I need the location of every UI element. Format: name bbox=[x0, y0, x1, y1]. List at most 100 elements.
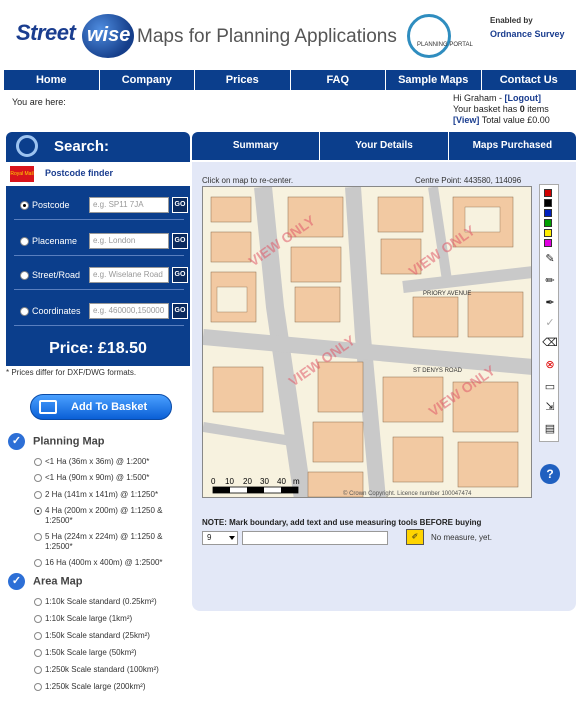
pencil-icon[interactable]: ✏ bbox=[542, 273, 558, 289]
planning-option[interactable]: 16 Ha (400m x 400m) @ 1:2500* bbox=[34, 558, 184, 568]
basket-total: Total value £0.00 bbox=[481, 115, 550, 125]
tab-maps-purchased[interactable]: Maps Purchased bbox=[449, 132, 576, 160]
planning-option-label: 4 Ha (200m x 200m) @ 1:1250 & 1:2500* bbox=[45, 506, 163, 525]
placename-radio[interactable] bbox=[20, 237, 29, 246]
font-size-value: 9 bbox=[207, 533, 212, 542]
placename-label: Placename bbox=[32, 236, 78, 246]
check-icon: ✓ bbox=[8, 573, 25, 590]
area-option-label: 1:250k Scale standard (100km²) bbox=[45, 665, 159, 674]
area-option-radio[interactable] bbox=[34, 649, 42, 657]
nav-faq[interactable]: FAQ bbox=[291, 70, 386, 90]
area-map-title-text: Area Map bbox=[33, 575, 83, 588]
coordinates-go-button[interactable]: GO bbox=[172, 303, 188, 319]
search-header: Search: bbox=[6, 132, 190, 162]
enabled-by-text: Enabled by bbox=[490, 16, 533, 25]
draw-star-icon[interactable]: ✎ bbox=[542, 251, 558, 267]
planning-option[interactable]: 5 Ha (224m x 224m) @ 1:1250 & 1:2500* bbox=[34, 532, 184, 552]
annotation-text-input[interactable] bbox=[242, 531, 388, 545]
color-swatch-magenta[interactable] bbox=[544, 239, 552, 247]
area-option[interactable]: 1:250k Scale standard (100km²) bbox=[34, 665, 184, 675]
street-input[interactable]: e.g. Wiselane Road bbox=[89, 267, 169, 283]
postcode-finder[interactable]: Royal Mail Postcode finder bbox=[10, 166, 190, 184]
logout-link[interactable]: [Logout] bbox=[505, 93, 541, 103]
move-icon[interactable]: ⇲ bbox=[542, 399, 558, 415]
coordinates-input[interactable]: e.g. 460000,150000 bbox=[89, 303, 169, 319]
postcode-input[interactable]: e.g. SP11 7JA bbox=[89, 197, 169, 213]
planning-option[interactable]: <1 Ha (90m x 90m) @ 1:500* bbox=[34, 473, 184, 483]
nav-home[interactable]: Home bbox=[4, 70, 100, 90]
eraser-icon[interactable]: ⌫ bbox=[542, 335, 558, 351]
nav-contact-us[interactable]: Contact Us bbox=[482, 70, 577, 90]
area-option[interactable]: 1:10k Scale standard (0.25km²) bbox=[34, 597, 184, 607]
planning-option-radio[interactable] bbox=[34, 507, 42, 515]
color-swatch-red[interactable] bbox=[544, 189, 552, 197]
logo-word: Street bbox=[16, 20, 76, 45]
planning-option-label: <1 Ha (90m x 90m) @ 1:500* bbox=[45, 473, 150, 482]
area-option-radio[interactable] bbox=[34, 598, 42, 606]
price-note: * Prices differ for DXF/DWG formats. bbox=[6, 368, 137, 377]
street-go-button[interactable]: GO bbox=[172, 267, 188, 283]
basket-count: 0 bbox=[519, 104, 525, 114]
area-option-radio[interactable] bbox=[34, 632, 42, 640]
os-text: Ordnance Survey bbox=[490, 29, 565, 39]
tab-your-details[interactable]: Your Details bbox=[320, 132, 449, 160]
planning-option[interactable]: <1 Ha (36m x 36m) @ 1:200* bbox=[34, 457, 184, 467]
planning-option-label: 2 Ha (141m x 141m) @ 1:1250* bbox=[45, 490, 159, 499]
postcode-finder-link[interactable]: Postcode finder bbox=[45, 168, 113, 178]
street-label: Street/Road bbox=[32, 270, 81, 280]
map-canvas[interactable]: VIEW ONLY VIEW ONLY VIEW ONLY VIEW ONLY … bbox=[202, 186, 532, 498]
color-swatch-green[interactable] bbox=[544, 219, 552, 227]
add-to-basket-label: Add To Basket bbox=[71, 401, 148, 413]
planning-option[interactable]: 4 Ha (200m x 200m) @ 1:1250 & 1:2500* bbox=[34, 506, 184, 526]
area-option-radio[interactable] bbox=[34, 683, 42, 691]
tick-icon[interactable]: ✓ bbox=[542, 315, 558, 331]
ruler-icon[interactable]: ▭ bbox=[542, 379, 558, 395]
measure-tool-icon[interactable]: ✐ bbox=[406, 529, 424, 545]
planning-option-label: 16 Ha (400m x 400m) @ 1:2500* bbox=[45, 558, 163, 567]
street-radio[interactable] bbox=[20, 271, 29, 280]
planning-option[interactable]: 2 Ha (141m x 141m) @ 1:1250* bbox=[34, 490, 184, 500]
add-to-basket-button[interactable]: Add To Basket bbox=[30, 394, 172, 420]
planning-option-radio[interactable] bbox=[34, 474, 42, 482]
scale-label: m bbox=[293, 477, 300, 486]
search-icon bbox=[16, 135, 38, 157]
font-size-select[interactable]: 9 bbox=[202, 531, 238, 545]
help-icon[interactable]: ? bbox=[540, 464, 560, 484]
streetwise-logo[interactable]: Street wise bbox=[16, 14, 134, 58]
color-swatch-blue[interactable] bbox=[544, 209, 552, 217]
area-option[interactable]: 1:250k Scale large (200km²) bbox=[34, 682, 184, 692]
nav-sample-maps[interactable]: Sample Maps bbox=[386, 70, 482, 90]
placename-go-button[interactable]: GO bbox=[172, 233, 188, 249]
delete-icon[interactable]: ⊗ bbox=[542, 357, 558, 373]
search-row-street: Street/Road e.g. Wiselane Road GO bbox=[14, 260, 188, 290]
area-option[interactable]: 1:50k Scale large (50km²) bbox=[34, 648, 184, 658]
scale-label: 30 bbox=[260, 477, 269, 486]
planning-option-radio[interactable] bbox=[34, 458, 42, 466]
pen-icon[interactable]: ✒ bbox=[542, 295, 558, 311]
area-option[interactable]: 1:50k Scale standard (25km²) bbox=[34, 631, 184, 641]
placename-input[interactable]: e.g. London bbox=[89, 233, 169, 249]
area-option-radio[interactable] bbox=[34, 666, 42, 674]
planning-option-radio[interactable] bbox=[34, 559, 42, 567]
coordinates-radio[interactable] bbox=[20, 307, 29, 316]
nav-prices[interactable]: Prices bbox=[195, 70, 291, 90]
postcode-radio[interactable] bbox=[20, 201, 29, 210]
print-icon[interactable]: ▤ bbox=[542, 421, 558, 437]
planning-option-radio[interactable] bbox=[34, 533, 42, 541]
color-swatch-black[interactable] bbox=[544, 199, 552, 207]
nav-company-account[interactable]: Company Account bbox=[100, 70, 195, 106]
account-box: Hi Graham - [Logout] Your basket has 0 i… bbox=[453, 93, 550, 126]
postcode-go-button[interactable]: GO bbox=[172, 197, 188, 213]
area-option[interactable]: 1:10k Scale large (1km²) bbox=[34, 614, 184, 624]
globe-icon: wise bbox=[82, 14, 134, 58]
area-option-radio[interactable] bbox=[34, 615, 42, 623]
tab-summary[interactable]: Summary bbox=[192, 132, 321, 160]
measure-readout: No measure, yet. bbox=[431, 533, 492, 542]
area-map-title: ✓ Area Map bbox=[8, 573, 83, 590]
view-basket-link[interactable]: [View] bbox=[453, 115, 479, 125]
centre-point: Centre Point: 443580, 114096 bbox=[415, 176, 522, 185]
color-swatch-yellow[interactable] bbox=[544, 229, 552, 237]
postcode-label: Postcode bbox=[32, 200, 70, 210]
planning-option-radio[interactable] bbox=[34, 491, 42, 499]
price: Price: £18.50 bbox=[49, 340, 147, 357]
